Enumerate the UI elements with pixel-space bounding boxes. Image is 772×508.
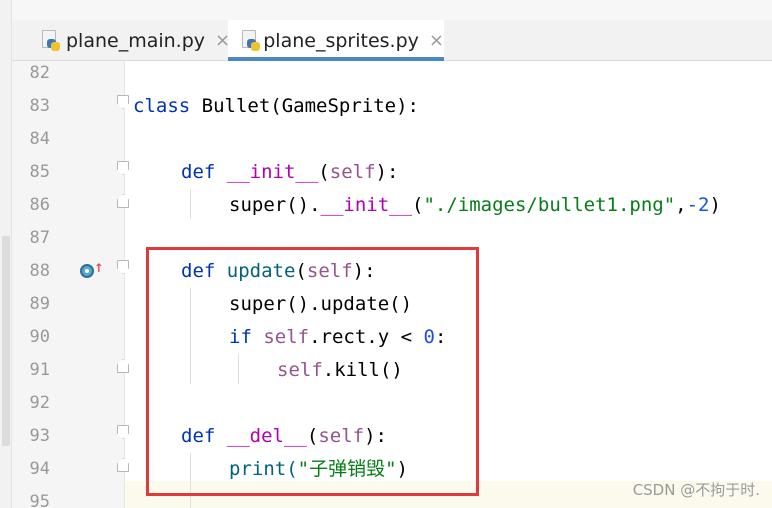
line-number: 85	[29, 162, 50, 182]
editor-tab-bar: plane_main.py × plane_sprites.py ×	[12, 20, 772, 61]
line-number: 89	[29, 294, 50, 314]
code-text: class Bullet(GameSprite):	[133, 95, 419, 117]
close-icon[interactable]: ×	[429, 30, 444, 51]
code-editor[interactable]: ↑ 82 83 class Bullet(GameSprite): 84 85 …	[12, 61, 772, 508]
line-number: 95	[29, 492, 50, 508]
python-file-icon	[40, 29, 60, 52]
line-number: 91	[29, 360, 50, 380]
tab-label: plane_sprites.py	[263, 29, 419, 52]
code-line: 86 super().__init__("./images/bullet1.pn…	[12, 189, 772, 222]
line-number: 83	[29, 96, 50, 116]
code-text: print("子弹销毁")	[229, 458, 408, 480]
code-line: 87	[12, 222, 772, 255]
line-number: 93	[29, 426, 50, 446]
code-line: 91 self.kill()	[12, 354, 772, 387]
code-text: def update(self):	[181, 260, 376, 282]
code-text: def __init__(self):	[181, 161, 399, 183]
watermark: CSDN @不拘于时.	[632, 481, 760, 499]
line-number: 86	[29, 195, 50, 215]
code-line: 84	[12, 123, 772, 156]
top-strip	[12, 0, 772, 20]
code-text: self.kill()	[277, 359, 403, 381]
code-line: 85 def __init__(self):	[12, 156, 772, 189]
line-number: 92	[29, 393, 50, 413]
code-text: super().update()	[229, 293, 413, 315]
code-text: if self.rect.y < 0:	[229, 326, 447, 348]
scroll-marker[interactable]	[2, 236, 10, 446]
code-line: 93 def __del__(self):	[12, 420, 772, 453]
tab-plane-sprites[interactable]: plane_sprites.py ×	[228, 20, 444, 61]
code-line: 92	[12, 387, 772, 420]
python-file-icon	[240, 29, 260, 52]
tab-label: plane_main.py	[66, 29, 206, 52]
line-number: 88	[29, 261, 50, 281]
line-number: 94	[29, 459, 50, 479]
tab-plane-main[interactable]: plane_main.py ×	[40, 20, 230, 61]
code-line: 83 class Bullet(GameSprite):	[12, 90, 772, 123]
code-line: 90 if self.rect.y < 0:	[12, 321, 772, 354]
line-number: 87	[29, 228, 50, 248]
line-number: 82	[29, 63, 50, 83]
code-text: super().__init__("./images/bullet1.png",…	[229, 194, 721, 216]
line-number: 84	[29, 129, 50, 149]
left-tool-strip	[0, 0, 12, 508]
code-line: 89 super().update()	[12, 288, 772, 321]
code-line: 88 def update(self):	[12, 255, 772, 288]
code-line: 82	[12, 57, 772, 90]
code-text: def __del__(self):	[181, 425, 387, 447]
line-number: 90	[29, 327, 50, 347]
